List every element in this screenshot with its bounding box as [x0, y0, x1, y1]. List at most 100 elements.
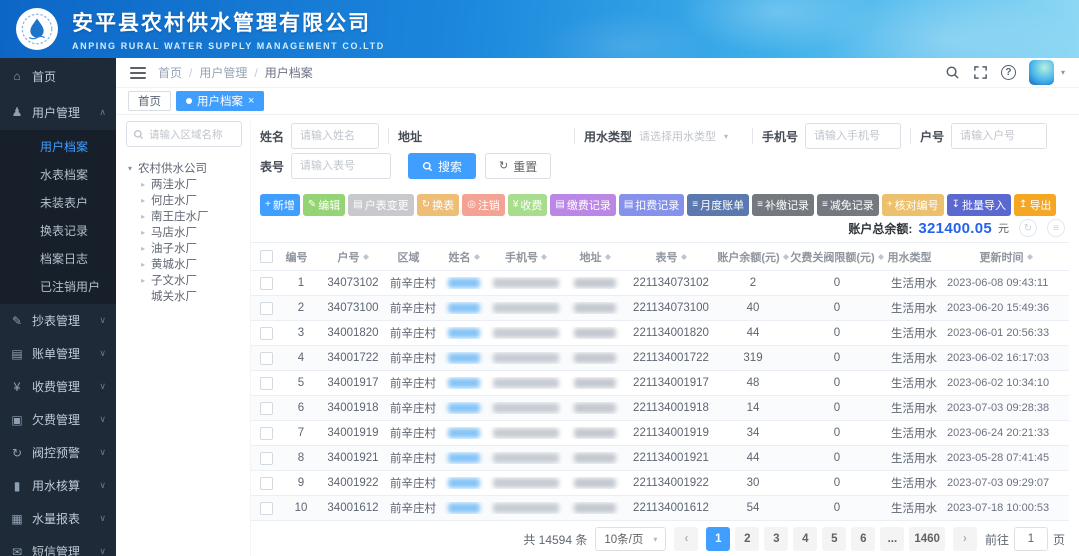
close-icon[interactable]: × [248, 95, 254, 107]
sort-icon[interactable] [541, 251, 547, 263]
select-all-checkbox[interactable] [259, 250, 273, 263]
address-input[interactable] [429, 123, 566, 149]
page-button[interactable]: 2 [735, 527, 760, 551]
toolbar-button[interactable]: ▤ 缴费记录 [550, 194, 616, 216]
tab-user-archive[interactable]: 用户档案 × [176, 91, 265, 111]
sort-icon[interactable] [782, 251, 789, 263]
column-header[interactable]: 用水类型 [885, 249, 943, 265]
column-header[interactable]: 地址 [565, 249, 625, 265]
sidebar-group-item[interactable]: ✎ 抄表管理 ∨ [0, 304, 116, 337]
sidebar-submenu-item[interactable]: 换表记录 [0, 217, 116, 245]
tree-item[interactable]: ▸ 何庄水厂 [126, 192, 242, 208]
name-input[interactable] [291, 123, 380, 149]
toolbar-button[interactable]: ✎ 编辑 [302, 194, 346, 216]
masked-name-link[interactable] [448, 427, 480, 438]
page-button[interactable]: 6 [851, 527, 876, 551]
column-header[interactable]: 手机号 [487, 249, 565, 265]
sidebar-group-item[interactable]: ✉ 短信管理 ∨ [0, 535, 116, 556]
masked-name-link[interactable] [448, 302, 480, 313]
water-type-select[interactable]: 请选择用水类型 ▾ [639, 123, 743, 149]
sort-icon[interactable] [877, 251, 884, 263]
sidebar-group-item[interactable]: ↻ 阀控预警 ∨ [0, 436, 116, 469]
column-header[interactable]: 姓名 [441, 249, 487, 265]
masked-name-link[interactable] [448, 452, 480, 463]
tree-item[interactable]: ▸ 马店水厂 [126, 224, 242, 240]
sidebar-submenu-item[interactable]: 档案日志 [0, 245, 116, 273]
meter-input[interactable] [291, 153, 392, 179]
masked-name-link[interactable] [448, 377, 480, 388]
toolbar-button[interactable]: ≡ 月度账单 [687, 194, 750, 216]
row-checkbox[interactable] [259, 276, 273, 290]
chevron-down-icon[interactable]: ▾ [1061, 68, 1065, 77]
toolbar-button[interactable]: ↧ 批量导入 [946, 194, 1012, 216]
column-header[interactable]: 编号 [281, 249, 321, 265]
search-icon[interactable] [945, 65, 960, 80]
tree-item[interactable]: ▸ 子文水厂 [126, 272, 242, 288]
breadcrumb-item[interactable]: 用户管理 [199, 64, 264, 81]
tree-item[interactable]: ▸ 两洼水厂 [126, 176, 242, 192]
help-icon[interactable]: ? [1000, 65, 1016, 80]
toolbar-button[interactable]: ▤ 扣费记录 [618, 194, 685, 216]
masked-name-link[interactable] [448, 402, 480, 413]
toolbar-button[interactable]: + 核对编号 [881, 194, 944, 216]
avatar[interactable] [1028, 60, 1054, 85]
sidebar-submenu-item[interactable]: 用户档案 [0, 133, 116, 161]
breadcrumb-item[interactable]: 首页 [158, 64, 199, 81]
breadcrumb-item[interactable]: 用户档案 [265, 64, 313, 81]
sidebar-group-item[interactable]: ▮ 用水核算 ∨ [0, 469, 116, 502]
sidebar-group-item[interactable]: ▤ 账单管理 ∨ [0, 337, 116, 370]
masked-name-link[interactable] [448, 477, 480, 488]
toolbar-button[interactable]: ≡ 减免记录 [816, 194, 879, 216]
toolbar-button[interactable]: ◎ 注销 [462, 194, 505, 216]
sort-icon[interactable] [604, 251, 611, 263]
tree-root[interactable]: ▾ 农村供水公司 [126, 160, 242, 176]
tree-item[interactable]: ▸ 城关水厂 [126, 288, 242, 304]
sidebar-group-item[interactable]: ▣ 欠费管理 ∨ [0, 403, 116, 436]
region-search-input[interactable]: 请输入区域名称 [126, 121, 242, 147]
search-button[interactable]: 搜索 [408, 153, 477, 179]
row-checkbox[interactable] [259, 401, 273, 415]
column-header[interactable]: 户号 [321, 249, 385, 265]
masked-name-link[interactable] [448, 502, 480, 513]
row-checkbox[interactable] [259, 376, 273, 390]
toolbar-button[interactable]: ¥ 收费 [507, 194, 548, 216]
row-checkbox[interactable] [259, 451, 273, 465]
tree-item[interactable]: ▸ 油子水厂 [126, 240, 242, 256]
column-header[interactable]: 表号 [625, 249, 717, 265]
goto-page-input[interactable] [1013, 527, 1048, 551]
toolbar-button[interactable]: ▤ 户表变更 [348, 194, 414, 216]
row-checkbox[interactable] [259, 426, 273, 440]
tab-home[interactable]: 首页 [128, 91, 171, 111]
refresh-icon[interactable]: ↻ [1019, 219, 1037, 237]
page-size-select[interactable]: 10条/页 ▾ [595, 527, 667, 551]
toolbar-button[interactable]: ≡ 补缴记录 [752, 194, 814, 216]
column-header[interactable]: 欠费关阀限额(元) [789, 249, 885, 265]
sidebar-group-item[interactable]: ¥ 收费管理 ∨ [0, 370, 116, 403]
column-settings-icon[interactable]: ≡ [1047, 219, 1065, 237]
page-button[interactable]: 1460 [909, 527, 945, 551]
account-input[interactable] [951, 123, 1048, 149]
sort-icon[interactable] [1026, 251, 1033, 263]
phone-input[interactable] [805, 123, 902, 149]
sidebar-item-user-management[interactable]: ♟ 用户管理 ∧ [0, 94, 116, 130]
sidebar-submenu-item[interactable]: 未装表户 [0, 189, 116, 217]
tree-item[interactable]: ▸ 黄城水厂 [126, 256, 242, 272]
row-checkbox[interactable] [259, 326, 273, 340]
tree-item[interactable]: ▸ 南王庄水厂 [126, 208, 242, 224]
masked-name-link[interactable] [448, 277, 480, 288]
sort-icon[interactable] [473, 251, 480, 263]
column-header[interactable]: 更新时间 [943, 249, 1069, 265]
row-checkbox[interactable] [259, 351, 273, 365]
page-button[interactable]: ... [880, 527, 905, 551]
next-page-button[interactable]: › [952, 527, 977, 551]
reset-button[interactable]: ↻ 重置 [485, 153, 552, 179]
toolbar-button[interactable]: + 新增 [260, 194, 300, 216]
row-checkbox[interactable] [259, 301, 273, 315]
sidebar-collapse-icon[interactable] [130, 66, 146, 79]
prev-page-button[interactable]: ‹ [674, 527, 699, 551]
sort-icon[interactable] [680, 251, 687, 263]
page-button[interactable]: 4 [793, 527, 818, 551]
masked-name-link[interactable] [448, 327, 480, 338]
page-button[interactable]: 5 [822, 527, 847, 551]
sidebar-submenu-item[interactable]: 水表档案 [0, 161, 116, 189]
